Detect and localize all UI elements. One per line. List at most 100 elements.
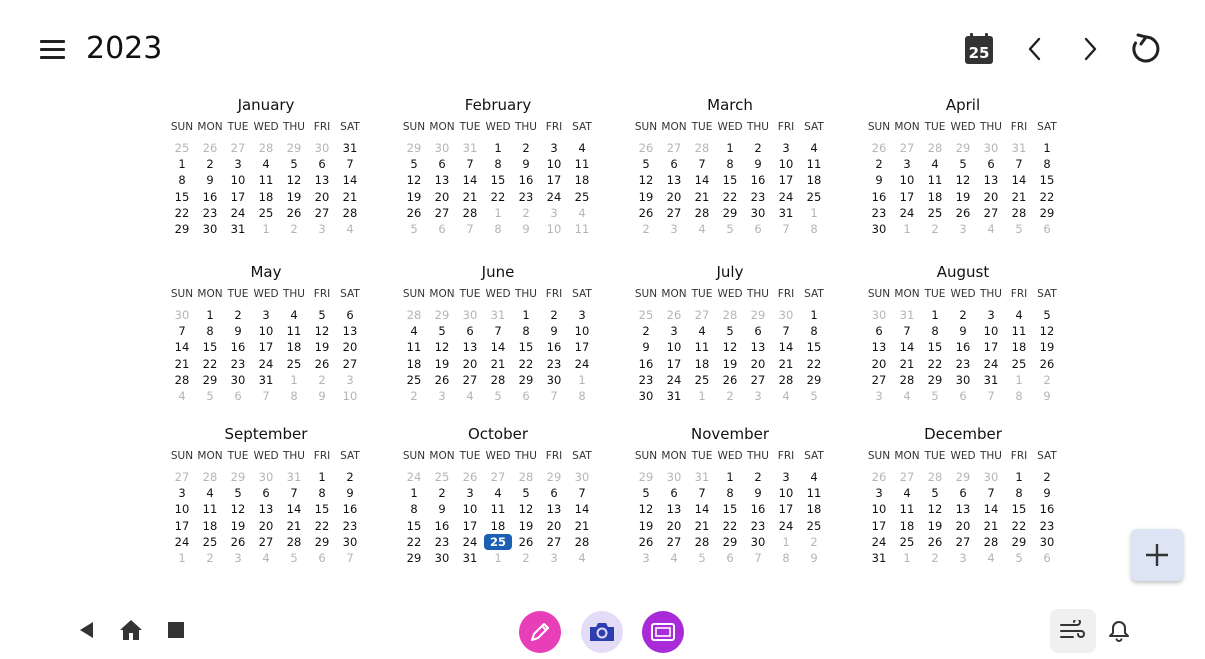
day-cell[interactable]: 23 bbox=[428, 534, 456, 550]
day-cell[interactable]: 26 bbox=[308, 356, 336, 372]
day-cell[interactable]: 8 bbox=[1033, 156, 1061, 172]
adjacent-month-day[interactable]: 28 bbox=[400, 307, 428, 323]
adjacent-month-day[interactable]: 3 bbox=[744, 388, 772, 404]
day-cell[interactable]: 11 bbox=[400, 339, 428, 355]
day-cell[interactable]: 2 bbox=[428, 485, 456, 501]
day-cell[interactable]: 14 bbox=[168, 339, 196, 355]
adjacent-month-day[interactable]: 29 bbox=[949, 469, 977, 485]
day-cell[interactable]: 14 bbox=[1005, 172, 1033, 188]
month-november[interactable]: November SUN MON TUE WED THU FRI SAT 29 30 31 1 2 3 4 5… bbox=[632, 424, 828, 566]
adjacent-month-day[interactable]: 30 bbox=[660, 469, 688, 485]
day-cell[interactable]: 20 bbox=[744, 356, 772, 372]
day-cell[interactable]: 18 bbox=[893, 518, 921, 534]
adjacent-month-day[interactable]: 25 bbox=[168, 140, 196, 156]
day-cell[interactable]: 22 bbox=[1033, 189, 1061, 205]
day-cell[interactable]: 21 bbox=[484, 356, 512, 372]
day-cell[interactable]: 30 bbox=[336, 534, 364, 550]
day-cell[interactable]: 30 bbox=[949, 372, 977, 388]
day-cell[interactable]: 6 bbox=[660, 156, 688, 172]
adjacent-month-day[interactable]: 2 bbox=[308, 372, 336, 388]
day-cell[interactable]: 12 bbox=[280, 172, 308, 188]
day-cell[interactable]: 25 bbox=[1005, 356, 1033, 372]
day-cell[interactable]: 22 bbox=[308, 518, 336, 534]
adjacent-month-day[interactable]: 4 bbox=[568, 205, 596, 221]
day-cell[interactable]: 16 bbox=[196, 189, 224, 205]
adjacent-month-day[interactable]: 1 bbox=[893, 221, 921, 237]
day-cell[interactable]: 3 bbox=[772, 140, 800, 156]
day-cell[interactable]: 21 bbox=[280, 518, 308, 534]
day-cell[interactable]: 18 bbox=[800, 172, 828, 188]
day-cell[interactable]: 14 bbox=[456, 172, 484, 188]
day-cell[interactable]: 10 bbox=[540, 156, 568, 172]
day-cell[interactable]: 5 bbox=[512, 485, 540, 501]
adjacent-month-day[interactable]: 8 bbox=[1005, 388, 1033, 404]
day-cell[interactable]: 2 bbox=[744, 140, 772, 156]
day-cell[interactable]: 24 bbox=[660, 372, 688, 388]
day-cell[interactable]: 7 bbox=[688, 485, 716, 501]
day-cell[interactable]: 31 bbox=[456, 550, 484, 566]
month-october[interactable]: October SUN MON TUE WED THU FRI SAT 24 25 26 27 28 29… bbox=[400, 424, 596, 566]
day-cell[interactable]: 18 bbox=[400, 356, 428, 372]
day-cell[interactable]: 12 bbox=[632, 172, 660, 188]
adjacent-month-day[interactable]: 7 bbox=[977, 388, 1005, 404]
adjacent-month-day[interactable]: 6 bbox=[512, 388, 540, 404]
day-cell[interactable]: 2 bbox=[224, 307, 252, 323]
day-cell[interactable]: 12 bbox=[921, 501, 949, 517]
adjacent-month-day[interactable]: 2 bbox=[716, 388, 744, 404]
adjacent-month-day[interactable]: 7 bbox=[336, 550, 364, 566]
day-cell[interactable]: 25 bbox=[196, 534, 224, 550]
day-cell[interactable]: 6 bbox=[308, 156, 336, 172]
day-cell[interactable]: 23 bbox=[949, 356, 977, 372]
day-cell[interactable]: 19 bbox=[308, 339, 336, 355]
day-cell[interactable]: 16 bbox=[428, 518, 456, 534]
adjacent-month-day[interactable]: 3 bbox=[660, 221, 688, 237]
day-cell[interactable]: 26 bbox=[400, 205, 428, 221]
day-cell[interactable]: 16 bbox=[744, 501, 772, 517]
adjacent-month-day[interactable]: 29 bbox=[949, 140, 977, 156]
adjacent-month-day[interactable]: 30 bbox=[168, 307, 196, 323]
adjacent-month-day[interactable]: 5 bbox=[484, 388, 512, 404]
adjacent-month-day[interactable]: 2 bbox=[512, 550, 540, 566]
day-cell[interactable]: 5 bbox=[400, 156, 428, 172]
calendar-today-icon[interactable]: 25 bbox=[960, 30, 998, 68]
day-cell[interactable]: 2 bbox=[744, 469, 772, 485]
day-cell[interactable]: 17 bbox=[772, 172, 800, 188]
adjacent-month-day[interactable]: 1 bbox=[568, 372, 596, 388]
adjacent-month-day[interactable]: 1 bbox=[484, 205, 512, 221]
month-june[interactable]: June SUN MON TUE WED THU FRI SAT 28 29 30 31 1 2 3 4 5 6 7… bbox=[400, 262, 596, 404]
day-cell[interactable]: 11 bbox=[921, 172, 949, 188]
day-cell[interactable]: 21 bbox=[772, 356, 800, 372]
day-cell[interactable]: 6 bbox=[660, 485, 688, 501]
adjacent-month-day[interactable]: 28 bbox=[252, 140, 280, 156]
day-cell[interactable]: 19 bbox=[224, 518, 252, 534]
adjacent-month-day[interactable]: 1 bbox=[1005, 372, 1033, 388]
day-cell[interactable]: 7 bbox=[484, 323, 512, 339]
adjacent-month-day[interactable]: 27 bbox=[893, 140, 921, 156]
day-cell[interactable]: 21 bbox=[977, 518, 1005, 534]
day-cell[interactable]: 15 bbox=[308, 501, 336, 517]
day-cell[interactable]: 8 bbox=[921, 323, 949, 339]
day-cell[interactable]: 15 bbox=[716, 501, 744, 517]
day-cell[interactable]: 18 bbox=[568, 172, 596, 188]
adjacent-month-day[interactable]: 27 bbox=[893, 469, 921, 485]
day-cell[interactable]: 25 bbox=[921, 205, 949, 221]
day-cell[interactable]: 9 bbox=[196, 172, 224, 188]
adjacent-month-day[interactable]: 7 bbox=[252, 388, 280, 404]
day-cell[interactable]: 1 bbox=[196, 307, 224, 323]
day-cell[interactable]: 26 bbox=[428, 372, 456, 388]
chevron-left-icon[interactable] bbox=[1016, 30, 1054, 68]
adjacent-month-day[interactable]: 28 bbox=[196, 469, 224, 485]
day-cell[interactable]: 4 bbox=[1005, 307, 1033, 323]
adjacent-month-day[interactable]: 29 bbox=[540, 469, 568, 485]
day-cell[interactable]: 30 bbox=[632, 388, 660, 404]
adjacent-month-day[interactable]: 2 bbox=[921, 550, 949, 566]
day-cell[interactable]: 15 bbox=[800, 339, 828, 355]
day-cell[interactable]: 17 bbox=[977, 339, 1005, 355]
day-cell[interactable]: 13 bbox=[456, 339, 484, 355]
day-cell[interactable]: 7 bbox=[977, 485, 1005, 501]
day-cell[interactable]: 9 bbox=[865, 172, 893, 188]
adjacent-month-day[interactable]: 4 bbox=[893, 388, 921, 404]
day-cell[interactable]: 27 bbox=[252, 534, 280, 550]
day-cell[interactable]: 15 bbox=[168, 189, 196, 205]
day-cell[interactable]: 22 bbox=[800, 356, 828, 372]
